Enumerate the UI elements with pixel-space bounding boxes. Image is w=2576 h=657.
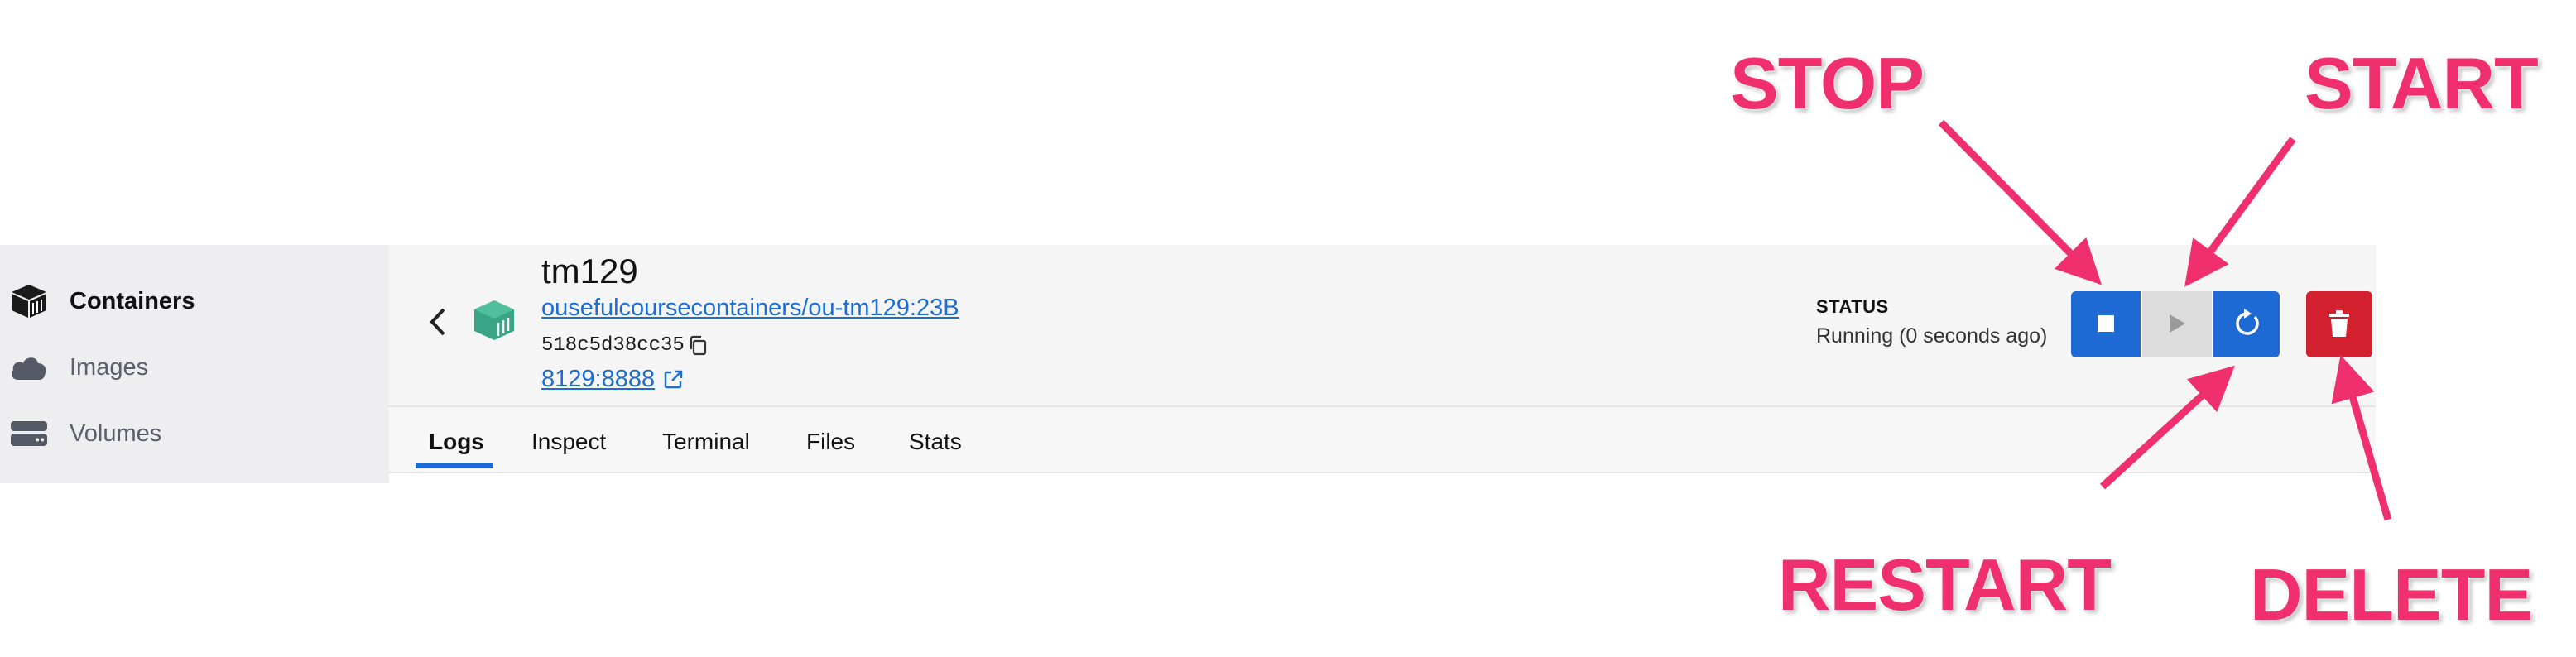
stop-button[interactable]: [2071, 291, 2141, 357]
sidebar-item-label: Images: [70, 353, 149, 381]
containers-icon: [8, 283, 50, 319]
tab-files[interactable]: Files: [806, 429, 855, 455]
container-header: tm129 ousefulcoursecontainers/ou-tm129:2…: [389, 245, 2376, 405]
sidebar-item-label: Containers: [70, 287, 195, 314]
active-tab-indicator: [416, 463, 493, 468]
container-status-icon: [472, 298, 517, 343]
chevron-left-icon[interactable]: [422, 301, 455, 343]
start-button[interactable]: [2142, 291, 2212, 357]
external-link-icon[interactable]: [662, 369, 684, 391]
tab-inspect[interactable]: Inspect: [531, 429, 606, 455]
status-label: STATUS: [1816, 296, 1889, 317]
copy-icon[interactable]: [687, 334, 709, 356]
volume-drive-icon: [8, 415, 50, 452]
annotation-delete: DELETE: [2250, 554, 2533, 635]
status-value: Running (0 seconds ago): [1816, 324, 2048, 348]
tab-terminal[interactable]: Terminal: [662, 429, 750, 455]
sidebar-item-containers[interactable]: Containers: [0, 268, 389, 334]
tab-stats[interactable]: Stats: [909, 429, 962, 455]
trash-icon: [2328, 309, 2351, 340]
stop-icon: [2097, 314, 2115, 335]
container-id: 518c5d38cc35: [541, 334, 685, 357]
annotation-restart: RESTART: [1778, 544, 2112, 626]
restart-icon: [2230, 307, 2263, 343]
annotation-start: START: [2304, 42, 2539, 124]
sidebar-item-images[interactable]: Images: [0, 334, 389, 400]
sidebar: Containers Images Volumes: [0, 245, 389, 483]
play-icon: [2167, 313, 2187, 337]
restart-button[interactable]: [2213, 291, 2280, 357]
container-name: tm129: [541, 252, 638, 290]
delete-button[interactable]: [2306, 291, 2372, 357]
image-link[interactable]: ousefulcoursecontainers/ou-tm129:23B: [541, 295, 959, 322]
port-link[interactable]: 8129:8888: [541, 366, 655, 393]
tab-logs[interactable]: Logs: [429, 429, 484, 455]
tab-bar: Logs Inspect Terminal Files Stats: [389, 405, 2376, 473]
sidebar-item-volumes[interactable]: Volumes: [0, 400, 389, 467]
annotation-stop: STOP: [1730, 42, 1925, 124]
cloud-icon: [8, 349, 50, 386]
sidebar-item-label: Volumes: [70, 420, 162, 447]
